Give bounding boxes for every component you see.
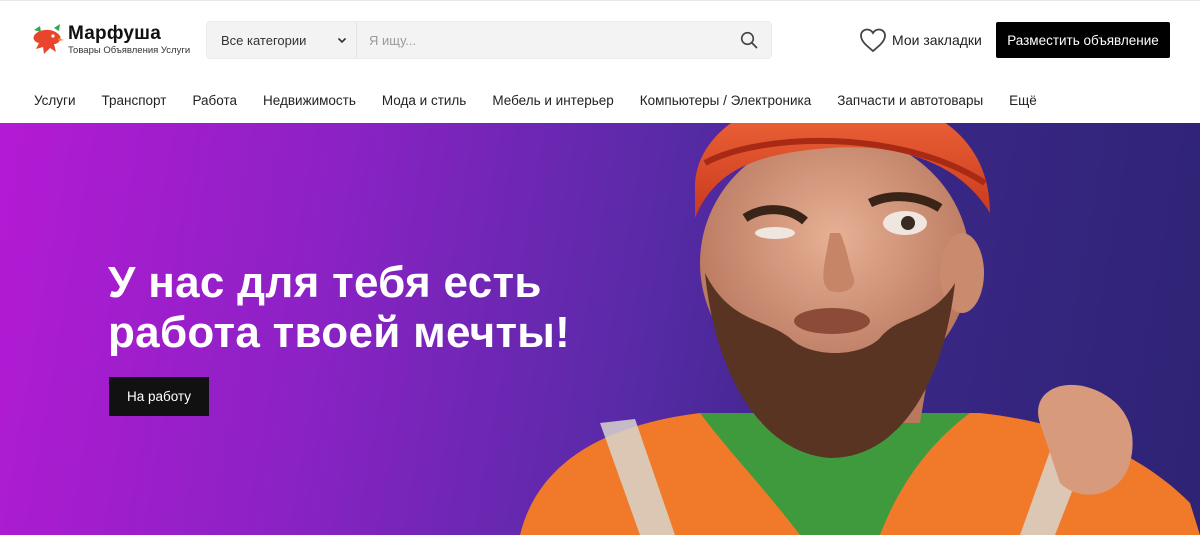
post-ad-button[interactable]: Разместить объявление xyxy=(996,22,1170,58)
site-logo[interactable]: Марфуша Товары Объявления Услуги xyxy=(28,20,198,60)
nav-item-furniture[interactable]: Мебель и интерьер xyxy=(492,93,613,108)
brand-tagline: Товары Объявления Услуги xyxy=(68,45,191,57)
search-button[interactable] xyxy=(727,22,771,58)
category-nav: Услуги Транспорт Работа Недвижимость Мод… xyxy=(34,86,1063,114)
category-select-label: Все категории xyxy=(221,32,307,48)
nav-item-transport[interactable]: Транспорт xyxy=(102,93,167,108)
bookmarks-link[interactable]: Мои закладки xyxy=(858,24,982,56)
nav-item-real-estate[interactable]: Недвижимость xyxy=(263,93,356,108)
logo-text: Марфуша Товары Объявления Услуги xyxy=(68,24,190,56)
heart-icon xyxy=(860,28,886,53)
nav-item-auto-parts[interactable]: Запчасти и автотовары xyxy=(837,93,983,108)
hero-cta-button[interactable]: На работу xyxy=(109,377,209,416)
search-bar: Все категории xyxy=(206,21,772,59)
site-header: Марфуша Товары Объявления Услуги Все кат… xyxy=(0,0,1200,80)
nav-item-electronics[interactable]: Компьютеры / Электроника xyxy=(640,93,811,108)
category-select[interactable]: Все категории xyxy=(207,22,357,58)
hero-title-line1: У нас для тебя есть xyxy=(108,258,542,307)
search-input[interactable] xyxy=(357,22,727,58)
hero-title-line2: работа твоей мечты! xyxy=(108,308,571,357)
nav-item-services[interactable]: Услуги xyxy=(34,93,76,108)
dragon-logo-icon xyxy=(33,24,64,54)
search-icon xyxy=(740,31,758,49)
hero-title: У нас для тебя есть работа твоей мечты! xyxy=(108,258,628,358)
hero-banner: У нас для тебя есть работа твоей мечты! … xyxy=(0,123,1200,535)
brand-name: Марфуша xyxy=(68,23,161,45)
nav-item-more[interactable]: Ещё xyxy=(1009,93,1037,108)
nav-item-fashion[interactable]: Мода и стиль xyxy=(382,93,466,108)
nav-item-jobs[interactable]: Работа xyxy=(192,93,237,108)
bookmarks-label: Мои закладки xyxy=(892,32,982,48)
chevron-down-icon xyxy=(337,37,347,44)
